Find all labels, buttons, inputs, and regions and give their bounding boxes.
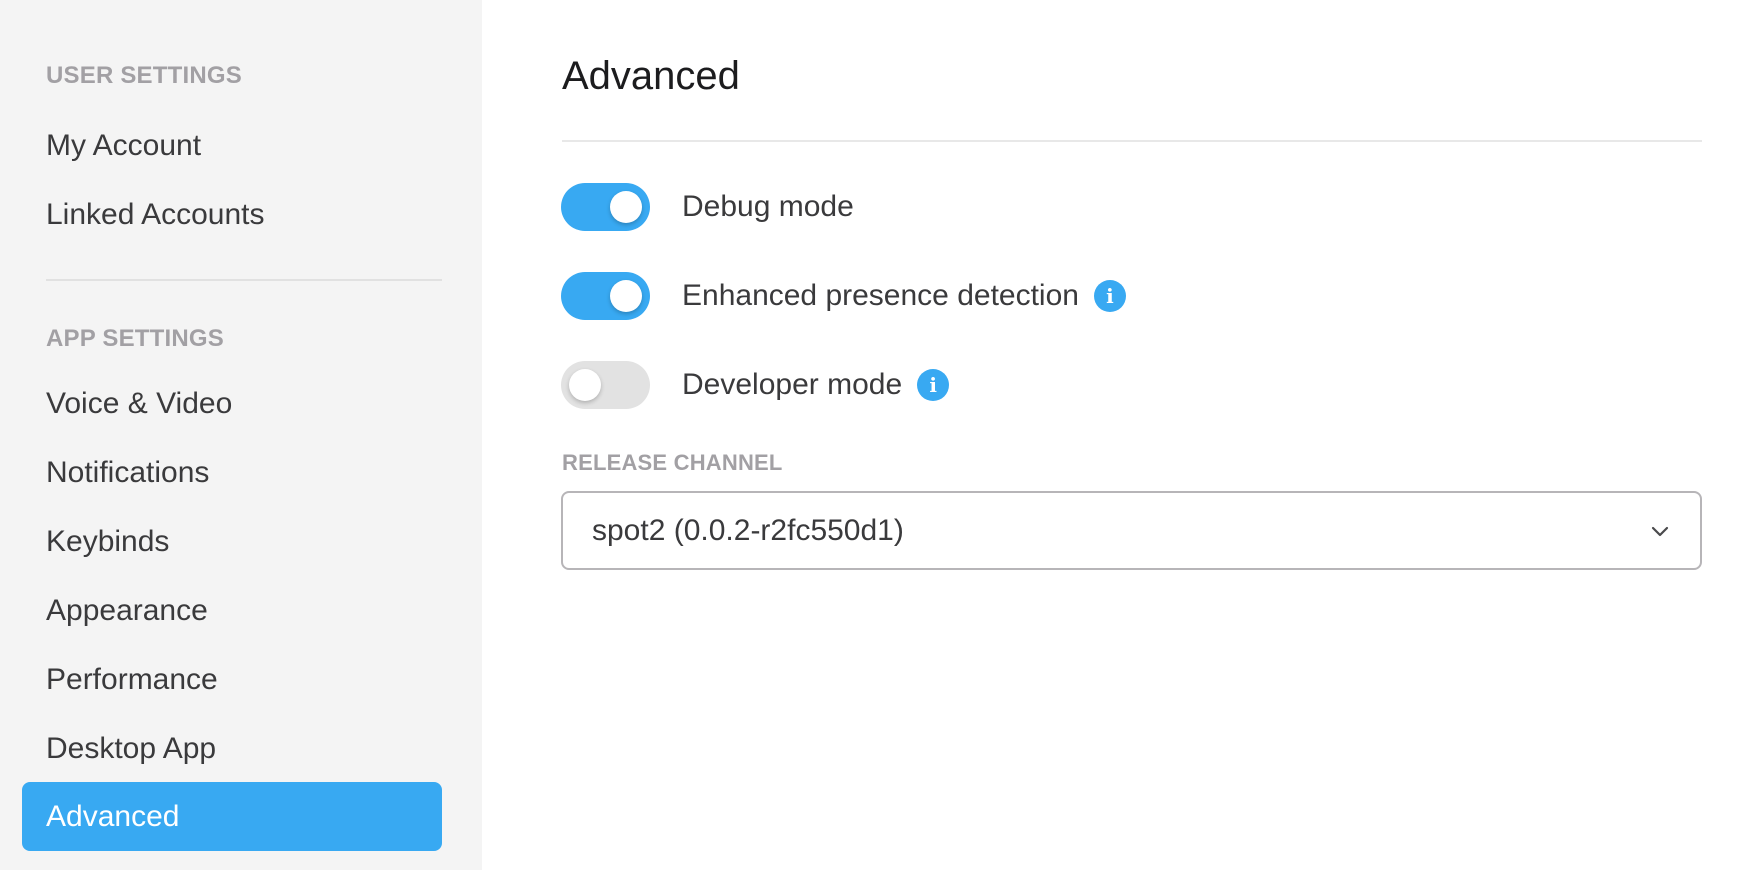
sidebar-divider [46, 279, 442, 281]
sidebar-item-voice-video[interactable]: Voice & Video [22, 369, 442, 438]
developer-mode-label: Developer mode [682, 368, 903, 401]
setting-developer-mode: Developer mode i [561, 361, 950, 409]
title-divider [562, 140, 1702, 142]
page-title: Advanced [562, 54, 740, 98]
sidebar-item-performance[interactable]: Performance [22, 645, 442, 714]
sidebar-item-keybinds[interactable]: Keybinds [22, 507, 442, 576]
release-channel-value: spot2 (0.0.2-r2fc550d1) [592, 513, 904, 547]
sidebar-heading-app-settings: App Settings [46, 325, 224, 352]
sidebar-heading-user-settings: User Settings [46, 62, 242, 89]
setting-debug-mode: Debug mode [561, 183, 854, 231]
toggle-knob [569, 369, 601, 401]
settings-sidebar: User Settings My Account Linked Accounts… [0, 0, 482, 870]
sidebar-item-notifications[interactable]: Notifications [22, 438, 442, 507]
enhanced-presence-detection-label: Enhanced presence detection [682, 279, 1079, 312]
chevron-down-icon [1651, 526, 1669, 536]
info-icon[interactable]: i [1093, 280, 1126, 312]
settings-window: User Settings My Account Linked Accounts… [0, 0, 1742, 870]
toggle-knob [610, 191, 642, 223]
info-icon[interactable]: i [917, 369, 950, 401]
sidebar-item-advanced[interactable]: Advanced [22, 782, 442, 851]
enhanced-presence-detection-toggle[interactable] [561, 272, 650, 320]
developer-mode-toggle[interactable] [561, 361, 650, 409]
sidebar-item-appearance[interactable]: Appearance [22, 576, 442, 645]
debug-mode-toggle[interactable] [561, 183, 650, 231]
sidebar-item-linked-accounts[interactable]: Linked Accounts [22, 180, 442, 249]
debug-mode-label: Debug mode [682, 190, 854, 223]
settings-content: Advanced Debug mode Enhanced presence de… [482, 0, 1742, 870]
release-channel-select[interactable]: spot2 (0.0.2-r2fc550d1) [561, 491, 1702, 570]
setting-enhanced-presence-detection: Enhanced presence detection i [561, 272, 1126, 320]
sidebar-item-desktop-app[interactable]: Desktop App [22, 714, 442, 783]
release-channel-label: Release Channel [562, 450, 783, 475]
toggle-knob [610, 280, 642, 312]
sidebar-item-my-account[interactable]: My Account [22, 111, 442, 180]
